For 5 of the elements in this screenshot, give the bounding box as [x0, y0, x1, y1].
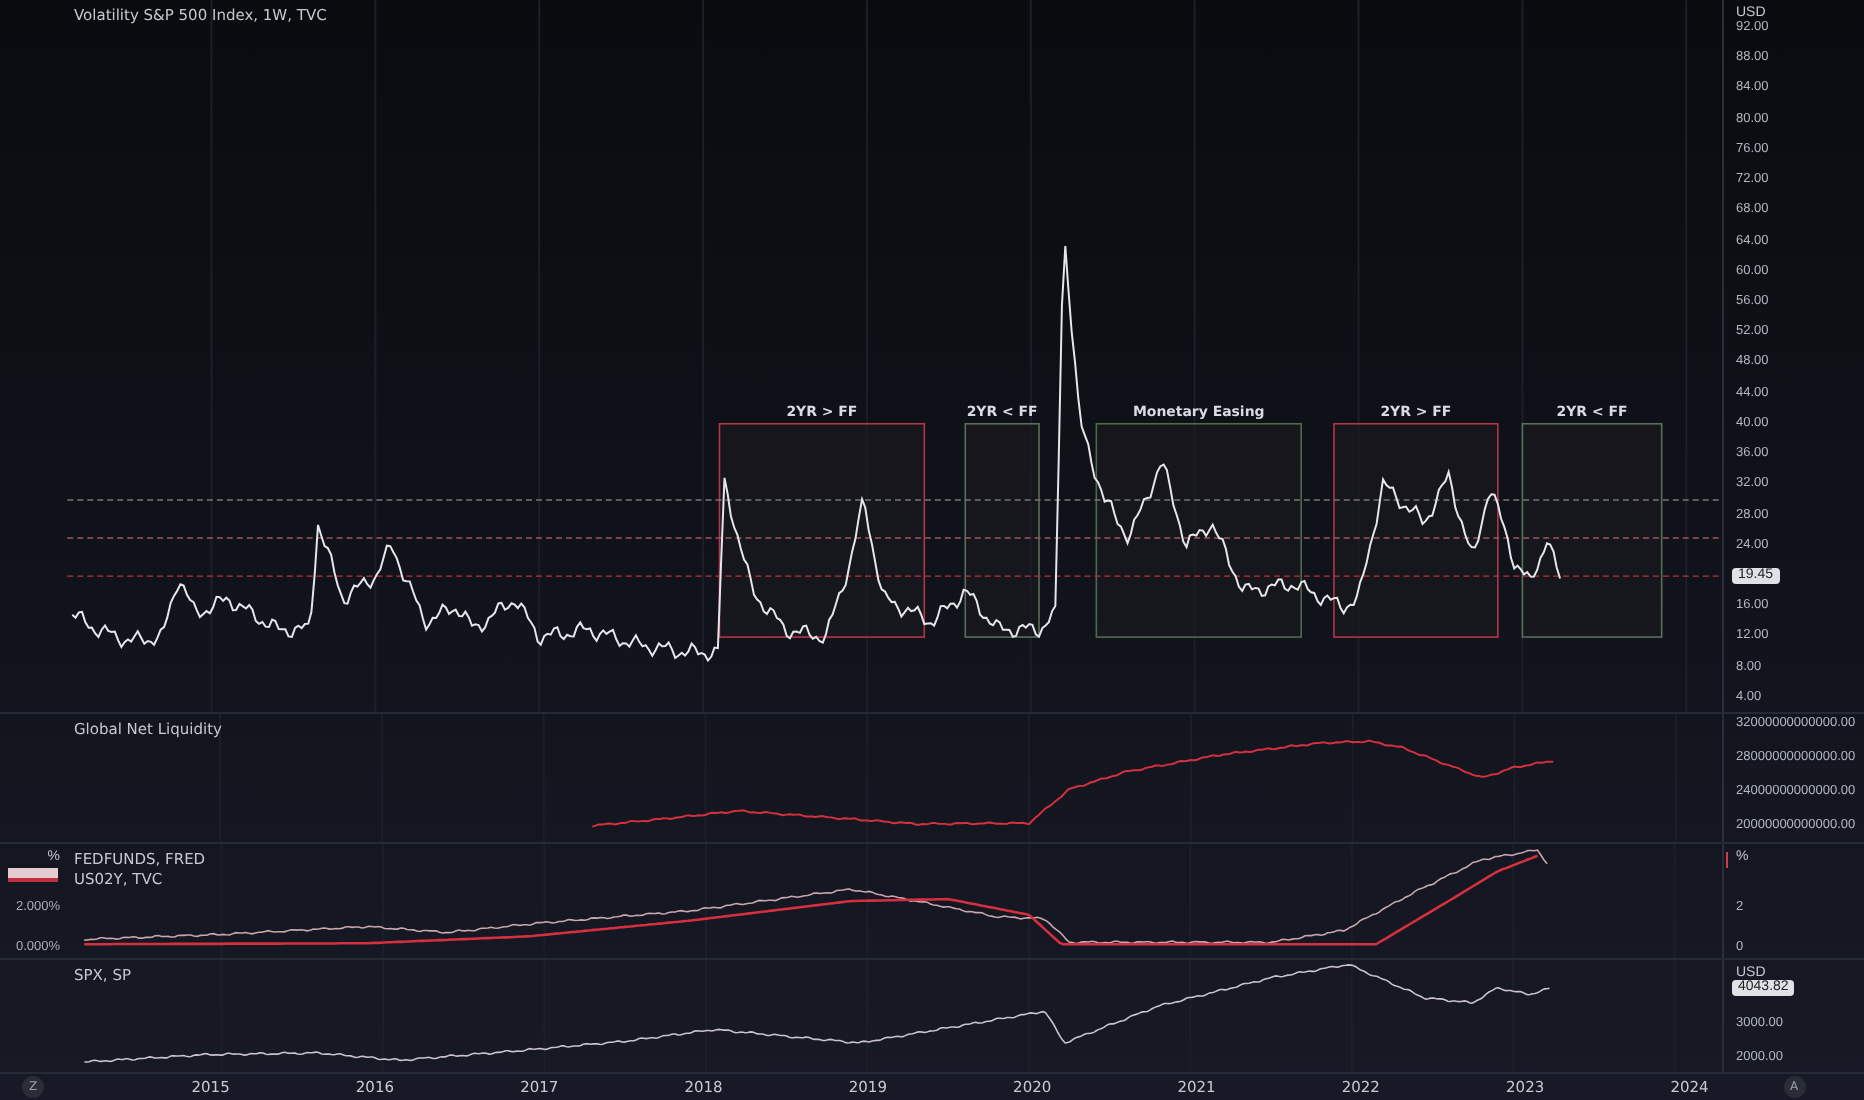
marker-icon [1726, 852, 1728, 868]
region-box[interactable] [1333, 422, 1499, 638]
value-badge [8, 868, 58, 882]
region-box[interactable] [718, 422, 926, 638]
region-box[interactable] [1095, 422, 1302, 638]
